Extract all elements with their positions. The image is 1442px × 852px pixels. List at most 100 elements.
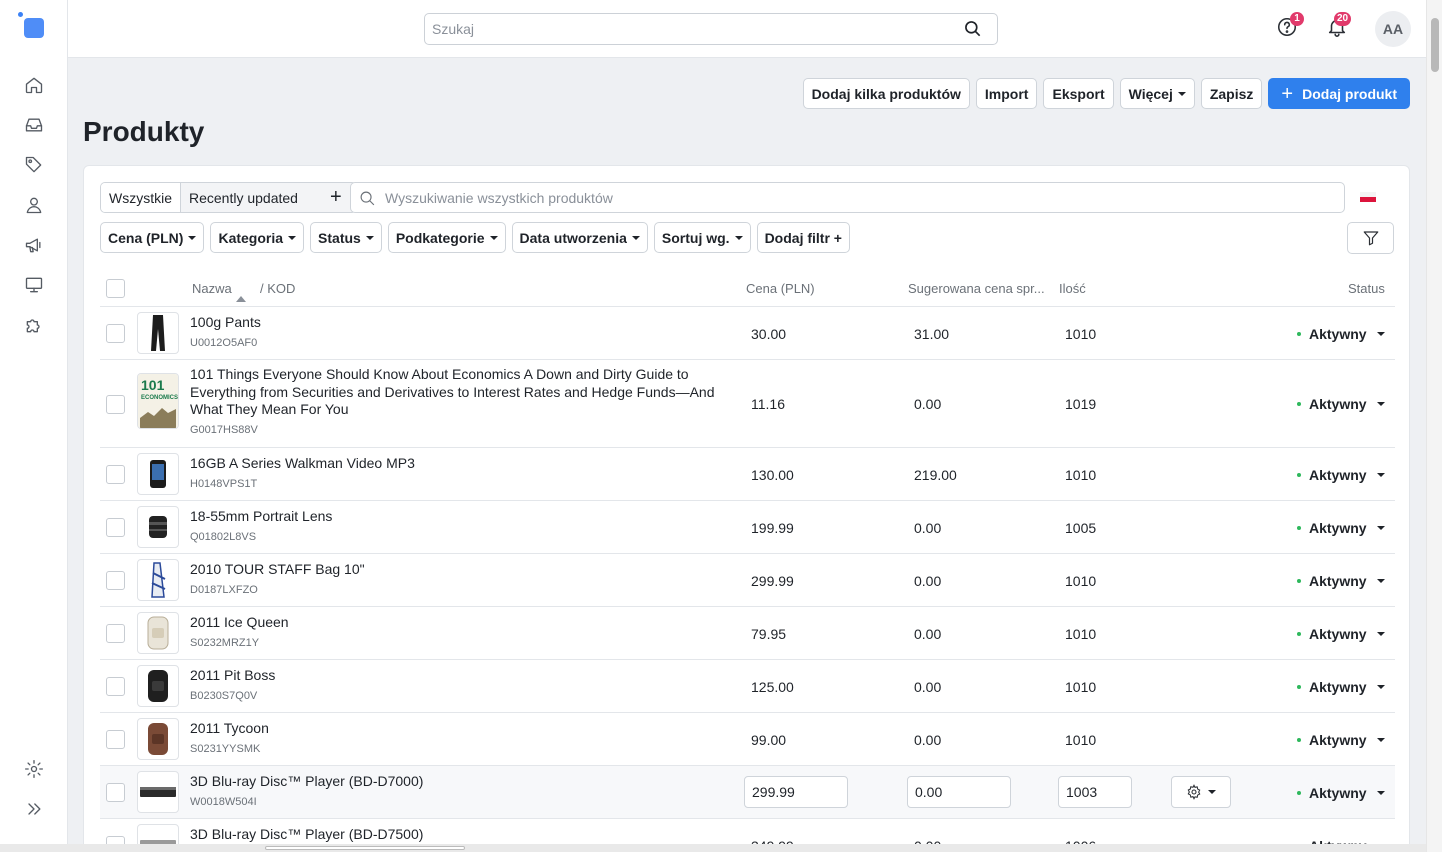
status-dropdown[interactable]: Aktywny	[1297, 573, 1385, 589]
price-value[interactable]: 99.00	[751, 732, 786, 748]
megaphone-icon[interactable]	[22, 233, 46, 257]
status-dropdown[interactable]: Aktywny	[1297, 467, 1385, 483]
import-button[interactable]: Import	[975, 78, 1038, 109]
product-name[interactable]: 2011 Ice Queen	[190, 614, 720, 632]
table-row[interactable]: 16GB A Series Walkman Video MP3 H0148VPS…	[100, 448, 1395, 501]
quantity-value[interactable]: 1010	[1065, 679, 1096, 695]
quantity-value[interactable]: 1005	[1065, 520, 1096, 536]
more-button[interactable]: Więcej	[1119, 78, 1195, 109]
add-filter-button[interactable]: Dodaj filtr +	[756, 222, 850, 253]
scrollbar-thumb[interactable]	[1431, 18, 1439, 72]
row-checkbox[interactable]	[106, 395, 125, 414]
column-name[interactable]: Nazwa	[192, 281, 246, 302]
settings-icon[interactable]	[22, 757, 46, 781]
help-icon[interactable]: 1	[1276, 12, 1304, 40]
product-search[interactable]	[350, 182, 1345, 213]
global-search-input[interactable]	[425, 14, 955, 44]
status-dropdown[interactable]: Aktywny	[1297, 626, 1385, 642]
quantity-value[interactable]: 1010	[1065, 573, 1096, 589]
price-value[interactable]: 11.16	[751, 396, 785, 412]
row-checkbox[interactable]	[106, 624, 125, 643]
price-value[interactable]: 125.00	[751, 679, 794, 695]
tag-icon[interactable]	[22, 153, 46, 177]
status-dropdown[interactable]: Aktywny	[1297, 732, 1385, 748]
column-price[interactable]: Cena (PLN)	[746, 281, 815, 296]
row-checkbox[interactable]	[106, 677, 125, 696]
status-dropdown[interactable]: Aktywny	[1297, 520, 1385, 536]
quantity-value[interactable]: 1010	[1065, 626, 1096, 642]
table-row[interactable]: 100g Pants U0012O5AF0 30.00 31.00 1010 A…	[100, 307, 1395, 360]
global-search[interactable]	[424, 13, 998, 45]
avatar[interactable]: AA	[1375, 11, 1411, 47]
status-dropdown[interactable]: Aktywny	[1297, 679, 1385, 695]
home-icon[interactable]	[22, 73, 46, 97]
table-row[interactable]: 2011 Tycoon S0231YYSMK 99.00 0.00 1010 A…	[100, 713, 1395, 766]
save-button[interactable]: Zapisz	[1200, 78, 1263, 109]
row-checkbox[interactable]	[106, 324, 125, 343]
row-checkbox[interactable]	[106, 465, 125, 484]
suggested-price-value[interactable]: 31.00	[914, 326, 949, 342]
table-row[interactable]: 3D Blu-ray Disc™ Player (BD-D7000) W0018…	[100, 766, 1395, 819]
add-product-button[interactable]: + Dodaj produkt	[1268, 78, 1410, 109]
quantity-value[interactable]: 1010	[1065, 326, 1096, 342]
add-view-button[interactable]: +	[306, 183, 356, 212]
bulk-add-products-button[interactable]: Dodaj kilka produktów	[802, 78, 970, 109]
suggested-price-input[interactable]	[907, 776, 1011, 808]
product-name[interactable]: 2010 TOUR STAFF Bag 10"	[190, 561, 720, 579]
table-row[interactable]: 2010 TOUR STAFF Bag 10" D0187LXFZO 299.9…	[100, 554, 1395, 607]
product-name[interactable]: 3D Blu-ray Disc™ Player (BD-D7000)	[190, 773, 720, 791]
price-value[interactable]: 79.95	[751, 626, 786, 642]
product-search-input[interactable]	[385, 183, 1335, 212]
table-row[interactable]: 2011 Ice Queen S0232MRZ1Y 79.95 0.00 101…	[100, 607, 1395, 660]
inbox-icon[interactable]	[22, 113, 46, 137]
tab-recently-updated[interactable]: Recently updated	[181, 183, 306, 212]
user-icon[interactable]	[22, 193, 46, 217]
product-name[interactable]: 3D Blu-ray Disc™ Player (BD-D7500)	[190, 826, 720, 844]
suggested-price-value[interactable]: 0.00	[914, 679, 941, 695]
filter-created-date[interactable]: Data utworzenia	[511, 222, 648, 253]
status-dropdown[interactable]: Aktywny	[1297, 396, 1385, 412]
column-suggested-price[interactable]: Sugerowana cena spr...	[908, 281, 1045, 296]
suggested-price-value[interactable]: 219.00	[914, 467, 957, 483]
filter-status[interactable]: Status	[310, 222, 382, 253]
vertical-scrollbar[interactable]	[1426, 0, 1442, 852]
filter-toggle-button[interactable]	[1347, 222, 1394, 254]
price-value[interactable]: 30.00	[751, 326, 786, 342]
search-icon[interactable]	[963, 19, 983, 39]
quantity-input[interactable]	[1058, 776, 1132, 808]
product-name[interactable]: 100g Pants	[190, 314, 720, 332]
select-all-checkbox[interactable]	[106, 279, 125, 298]
bell-icon[interactable]: 20	[1326, 12, 1352, 40]
product-name[interactable]: 2011 Pit Boss	[190, 667, 720, 685]
quantity-value[interactable]: 1010	[1065, 467, 1096, 483]
product-name[interactable]: 101 Things Everyone Should Know About Ec…	[190, 366, 720, 419]
product-name[interactable]: 2011 Tycoon	[190, 720, 720, 738]
product-name[interactable]: 16GB A Series Walkman Video MP3	[190, 455, 720, 473]
quantity-value[interactable]: 1019	[1065, 396, 1096, 412]
monitor-icon[interactable]	[22, 273, 46, 297]
suggested-price-value[interactable]: 0.00	[914, 573, 941, 589]
quantity-value[interactable]: 1010	[1065, 732, 1096, 748]
row-checkbox[interactable]	[106, 518, 125, 537]
filter-category[interactable]: Kategoria	[210, 222, 305, 253]
price-input[interactable]	[744, 776, 848, 808]
app-logo[interactable]	[18, 12, 46, 40]
row-checkbox[interactable]	[106, 571, 125, 590]
row-checkbox[interactable]	[106, 730, 125, 749]
sort-by-button[interactable]: Sortuj wg.	[653, 222, 751, 253]
price-value[interactable]: 130.00	[751, 467, 794, 483]
suggested-price-value[interactable]: 0.00	[914, 732, 941, 748]
status-dropdown[interactable]: Aktywny	[1297, 326, 1385, 342]
puzzle-icon[interactable]	[22, 313, 46, 337]
table-row[interactable]: 18-55mm Portrait Lens Q01802L8VS 199.99 …	[100, 501, 1395, 554]
expand-sidebar-icon[interactable]	[22, 797, 46, 821]
language-flag-pl[interactable]	[1360, 192, 1376, 202]
status-dropdown[interactable]: Aktywny	[1297, 785, 1385, 801]
filter-subcategories[interactable]: Podkategorie	[387, 222, 506, 253]
price-value[interactable]: 299.99	[751, 573, 794, 589]
table-row[interactable]: 2011 Pit Boss B0230S7Q0V 125.00 0.00 101…	[100, 660, 1395, 713]
column-status[interactable]: Status	[1348, 281, 1385, 296]
product-name[interactable]: 18-55mm Portrait Lens	[190, 508, 720, 526]
row-settings-button[interactable]	[1171, 776, 1231, 808]
tab-all[interactable]: Wszystkie	[101, 183, 181, 212]
